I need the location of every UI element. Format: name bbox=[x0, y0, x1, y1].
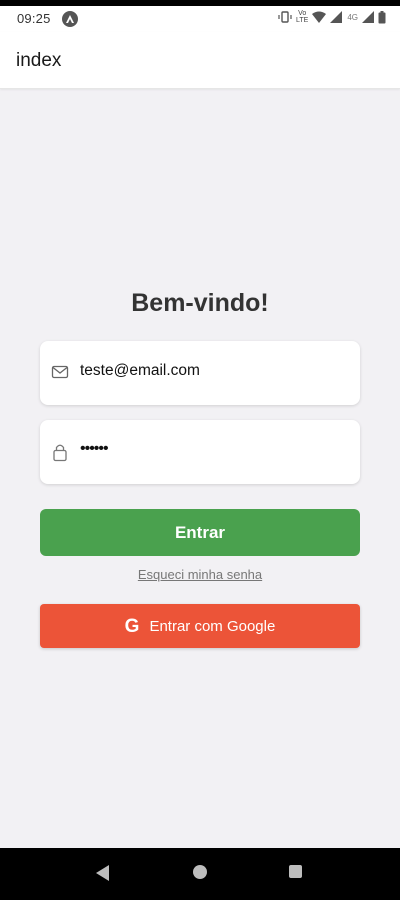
notification-app-icon bbox=[62, 11, 78, 27]
page-title: index bbox=[16, 50, 62, 71]
vibrate-icon bbox=[278, 11, 292, 23]
status-time: 09:25 bbox=[17, 11, 51, 26]
back-icon[interactable] bbox=[96, 865, 109, 881]
volte-line2: LTE bbox=[296, 17, 309, 24]
status-bar: 09:25 Vo LTE 4G bbox=[0, 6, 400, 32]
password-input[interactable]: •••••• bbox=[80, 440, 109, 458]
home-icon[interactable] bbox=[193, 865, 207, 879]
email-input[interactable] bbox=[80, 362, 340, 380]
wifi-icon bbox=[312, 11, 327, 23]
google-login-label: Entrar com Google bbox=[149, 617, 276, 635]
mail-icon bbox=[51, 363, 69, 381]
battery-icon bbox=[378, 10, 386, 24]
signal-icon bbox=[330, 11, 343, 23]
volte-line1: Vo bbox=[298, 10, 307, 17]
network-type: 4G bbox=[347, 12, 358, 22]
volte-indicator: Vo LTE bbox=[296, 10, 308, 24]
password-field[interactable]: •••••• bbox=[40, 420, 360, 484]
lock-icon bbox=[51, 442, 69, 462]
welcome-heading: Bem-vindo! bbox=[131, 289, 269, 317]
app-bar: index bbox=[0, 32, 400, 89]
signal-icon-2 bbox=[362, 11, 374, 23]
recent-apps-icon[interactable] bbox=[289, 865, 302, 878]
email-field[interactable] bbox=[40, 341, 360, 405]
forgot-password-link[interactable]: Esqueci minha senha bbox=[0, 567, 400, 582]
system-nav-bar bbox=[0, 848, 400, 900]
google-login-button[interactable]: G Entrar com Google bbox=[40, 604, 360, 648]
login-button[interactable]: Entrar bbox=[40, 509, 360, 556]
status-icons: Vo LTE 4G bbox=[278, 10, 386, 24]
google-icon: G bbox=[124, 615, 140, 637]
